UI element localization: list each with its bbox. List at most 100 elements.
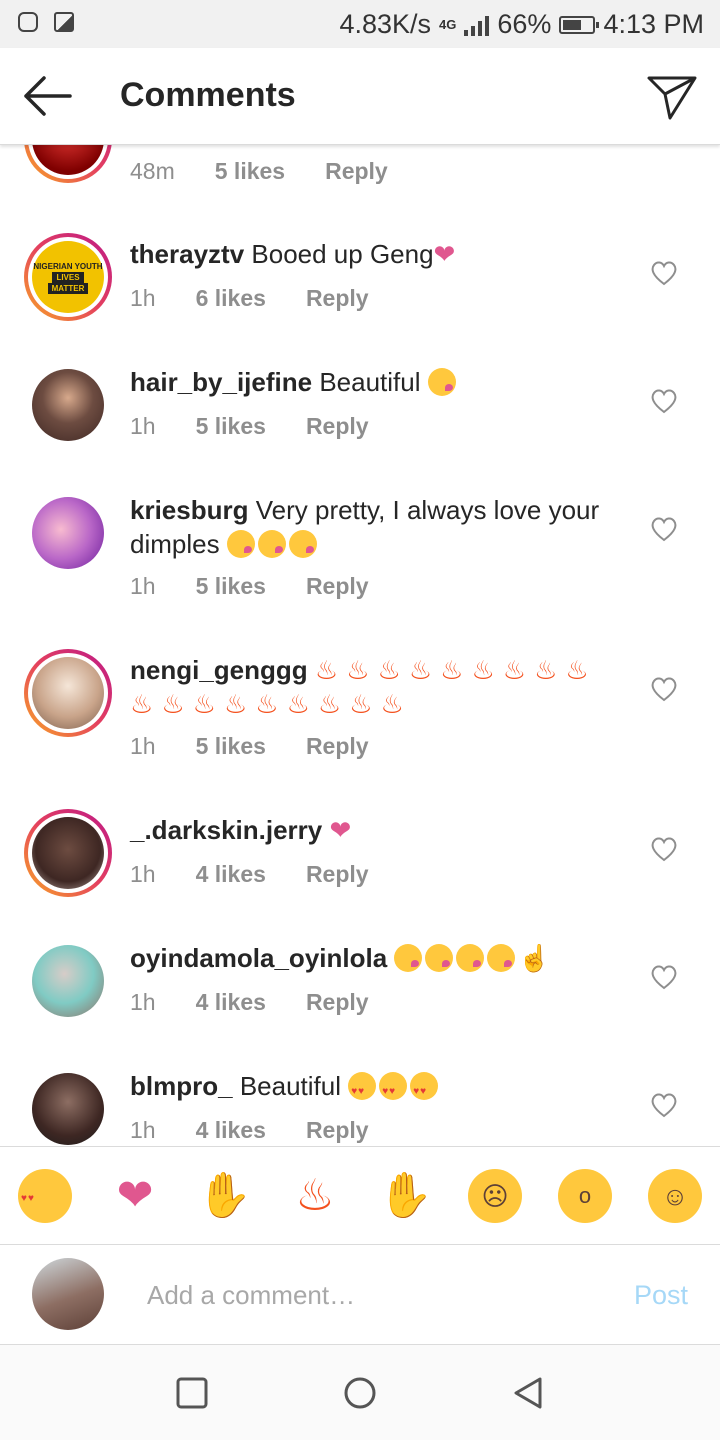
avatar[interactable] — [32, 497, 104, 569]
grinning-face-reaction[interactable]: ☺ — [648, 1169, 702, 1223]
kissing-emoji — [487, 944, 516, 972]
clock: 4:13 PM — [603, 9, 704, 39]
comment-meta: 1h 4 likes Reply — [130, 1117, 369, 1144]
avatar[interactable] — [32, 369, 104, 441]
like-heart-icon[interactable] — [650, 964, 678, 990]
comment-body: Beautiful — [239, 1071, 341, 1101]
fire-emoji: ♨ — [130, 689, 154, 719]
thumbs-up-emoji: ☝ — [518, 943, 551, 973]
like-count[interactable]: 4 likes — [196, 1117, 266, 1144]
raised-hands-reaction[interactable]: ✋ — [197, 1169, 252, 1223]
like-count[interactable]: 5 likes — [196, 733, 266, 760]
comment-username[interactable]: nengi_genggg — [130, 655, 308, 685]
like-heart-icon[interactable] — [650, 1092, 678, 1118]
comment-meta: 1h 5 likes Reply — [130, 733, 369, 760]
like-heart-icon[interactable] — [650, 836, 678, 862]
comment-time: 1h — [130, 861, 156, 887]
like-count[interactable]: 4 likes — [196, 861, 266, 888]
comment-username[interactable]: _.darkskin.jerry — [130, 815, 322, 845]
heart-eyes-emoji — [379, 1072, 408, 1109]
battery-icon — [559, 15, 600, 34]
avatar-badge-text: NIGERIAN YOUTH — [33, 261, 103, 271]
comment-composer: Post — [0, 1244, 720, 1345]
like-heart-icon[interactable] — [650, 388, 678, 414]
fire-emoji: ♨ — [255, 689, 279, 719]
like-heart-icon[interactable] — [650, 676, 678, 702]
comment-list[interactable]: 48m 5 likes Reply NIGERIAN YOUTH LIVES M… — [0, 145, 720, 1145]
app-header: Comments — [0, 48, 720, 145]
like-count[interactable]: 5 likes — [215, 158, 285, 185]
quick-reaction-bar: ❤ ✋ ♨ ✋ ☹ o ☺ — [0, 1146, 720, 1245]
kissing-emoji — [427, 368, 456, 396]
reply-button[interactable]: Reply — [306, 285, 369, 312]
like-count[interactable]: 5 likes — [196, 413, 266, 440]
comment-time: 1h — [130, 413, 156, 439]
fire-emoji: ♨ — [346, 655, 370, 685]
avatar[interactable]: NIGERIAN YOUTH LIVES MATTER — [24, 233, 112, 321]
comment-text: blmpro_ Beautiful — [130, 1069, 620, 1109]
avatar[interactable] — [24, 649, 112, 737]
like-heart-icon[interactable] — [650, 516, 678, 542]
comment-username[interactable]: kriesburg — [130, 495, 249, 525]
fire-emoji: ♨ — [314, 655, 339, 685]
direct-send-icon[interactable] — [646, 70, 698, 122]
kissing-emoji — [226, 530, 255, 558]
fire-reaction[interactable]: ♨ — [288, 1169, 342, 1223]
heart-reaction[interactable]: ❤ — [108, 1169, 162, 1223]
status-bar: 4.83K/s 4G 66% 4:13 PM — [0, 0, 720, 48]
comment-input[interactable] — [145, 1274, 609, 1316]
reply-button[interactable]: Reply — [306, 989, 369, 1016]
avatar[interactable] — [32, 945, 104, 1017]
comment-meta: 1h 5 likes Reply — [130, 573, 369, 600]
like-count[interactable]: 6 likes — [196, 285, 266, 312]
sad-face-reaction[interactable]: ☹ — [468, 1169, 522, 1223]
comment-meta: 1h 5 likes Reply — [130, 413, 369, 440]
like-count[interactable]: 5 likes — [196, 573, 266, 600]
like-count[interactable]: 4 likes — [196, 989, 266, 1016]
comment-body: Booed up Geng — [251, 239, 434, 269]
heart-eyes-reaction[interactable] — [18, 1169, 72, 1226]
like-heart-icon[interactable] — [650, 260, 678, 286]
comment-username[interactable]: blmpro_ — [130, 1071, 233, 1101]
kissing-emoji — [288, 530, 317, 558]
comment-text: _.darkskin.jerry ❤ — [130, 813, 620, 847]
comment-username[interactable]: oyindamola_oyinlola — [130, 943, 387, 973]
back-arrow-icon[interactable] — [22, 72, 74, 120]
fire-emoji: ♨ — [565, 655, 589, 685]
home-icon[interactable] — [342, 1375, 378, 1411]
kissing-emoji — [394, 944, 423, 972]
network-type: 4G — [439, 17, 457, 32]
page-title: Comments — [120, 76, 296, 114]
clapping-reaction[interactable]: ✋ — [378, 1169, 433, 1223]
kissing-emoji — [456, 944, 485, 972]
reply-button[interactable]: Reply — [306, 733, 369, 760]
comment-time: 1h — [130, 733, 156, 759]
comment-time: 48m — [130, 158, 175, 184]
comment-username[interactable]: therayztv — [130, 239, 244, 269]
comment-username[interactable]: hair_by_ijefine — [130, 367, 312, 397]
avatar[interactable] — [24, 809, 112, 897]
kissing-emoji — [257, 530, 286, 558]
comment-meta: 1h 4 likes Reply — [130, 989, 369, 1016]
back-icon[interactable] — [510, 1375, 546, 1411]
reply-button[interactable]: Reply — [306, 573, 369, 600]
reply-button[interactable]: Reply — [306, 413, 369, 440]
comment-text: nengi_genggg ♨ ♨ ♨ ♨ ♨ ♨ ♨ ♨ ♨♨ ♨ ♨ ♨ ♨ ♨ ♨ ♨ ♨ — [130, 653, 620, 721]
recent-apps-icon[interactable] — [174, 1375, 210, 1411]
surprised-face-reaction[interactable]: o — [558, 1169, 612, 1223]
comment-meta: 1h 4 likes Reply — [130, 861, 369, 888]
reply-button[interactable]: Reply — [306, 861, 369, 888]
avatar-badge-text: MATTER — [47, 282, 89, 294]
fire-emoji: ♨ — [317, 689, 342, 719]
kissing-emoji — [425, 944, 454, 972]
avatar[interactable] — [24, 145, 112, 183]
fire-emoji: ♨ — [223, 689, 248, 719]
avatar[interactable] — [32, 1073, 104, 1145]
fire-emoji: ♨ — [440, 655, 464, 685]
reply-button[interactable]: Reply — [325, 158, 388, 185]
reply-button[interactable]: Reply — [306, 1117, 369, 1144]
post-button[interactable]: Post — [634, 1280, 688, 1311]
comment-text: oyindamola_oyinlola ☝ — [130, 941, 620, 975]
gallery-notification-icon — [54, 12, 74, 32]
fire-emoji: ♨ — [377, 655, 401, 685]
